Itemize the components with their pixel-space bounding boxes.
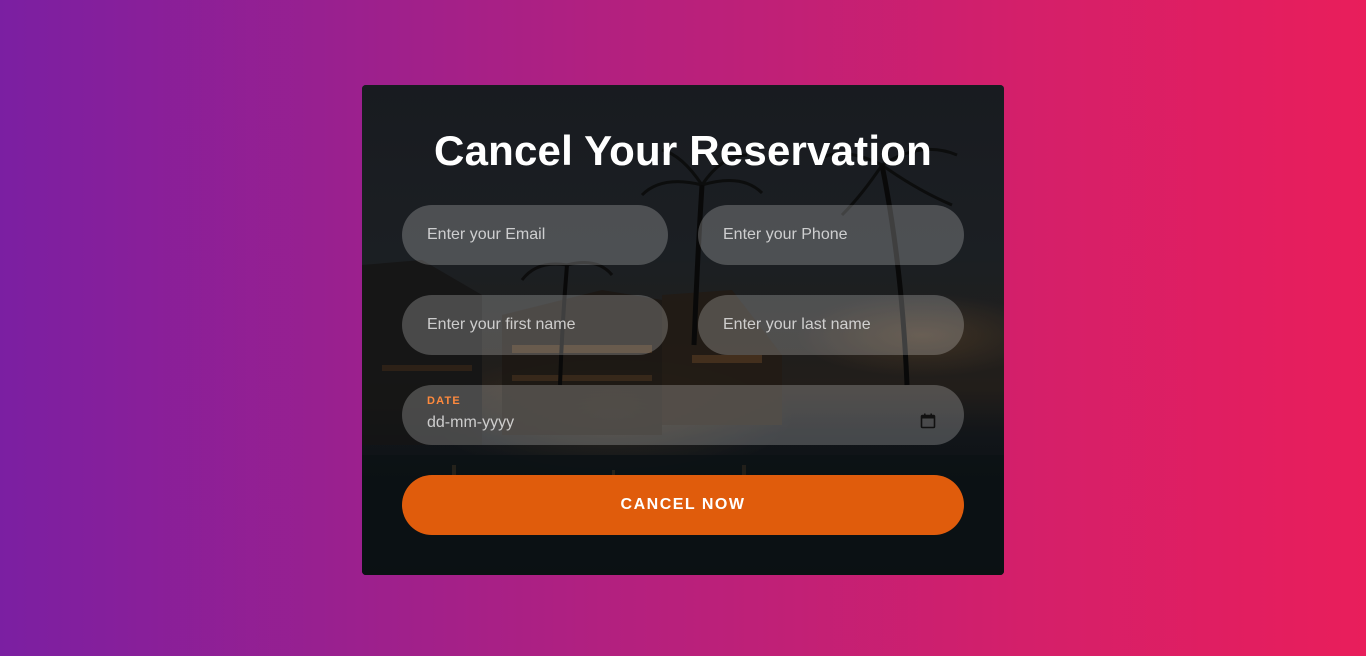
date-field[interactable]: DATE dd-mm-yyyy [402,385,964,445]
last-name-field[interactable]: Enter your last name [698,295,964,355]
date-label: DATE [427,395,461,407]
date-placeholder: dd-mm-yyyy [427,414,515,431]
first-name-field[interactable]: Enter your first name [402,295,668,355]
reservation-card: Cancel Your Reservation Enter your Email… [362,85,1004,575]
calendar-icon[interactable] [920,413,936,429]
email-field[interactable]: Enter your Email [402,205,668,265]
page-title: Cancel Your Reservation [434,127,932,174]
cancel-now-button[interactable]: CANCEL NOW [402,475,964,535]
phone-field[interactable]: Enter your Phone [698,205,964,265]
email-placeholder: Enter your Email [427,226,546,243]
last-name-placeholder: Enter your last name [723,316,871,333]
phone-placeholder: Enter your Phone [723,226,848,243]
first-name-placeholder: Enter your first name [427,316,576,333]
